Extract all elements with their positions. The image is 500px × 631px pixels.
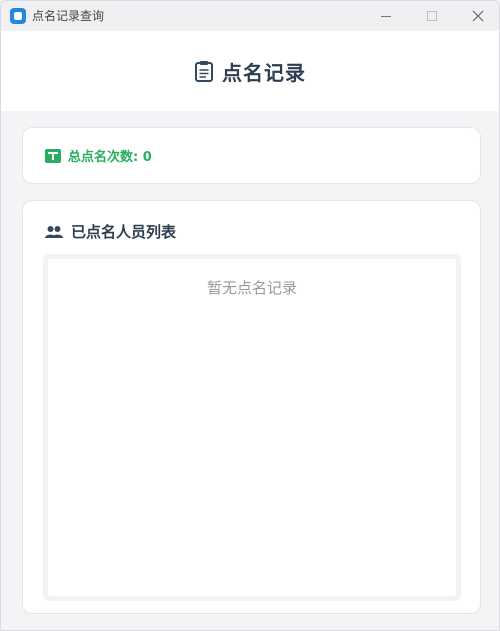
page-title: 点名记录 — [222, 60, 306, 85]
roster-title: 已点名人员列表 — [71, 223, 177, 241]
summary-card: 总点名次数: 0 — [22, 127, 481, 184]
window-title: 点名记录查询 — [32, 9, 105, 23]
minimize-button[interactable] — [363, 1, 409, 31]
minimize-icon — [381, 15, 391, 17]
close-button[interactable] — [455, 1, 499, 31]
total-count-label: 总点名次数: 0 — [68, 150, 152, 165]
close-icon — [472, 10, 484, 22]
title-bar[interactable]: 点名记录查询 — [1, 1, 499, 31]
tally-icon — [45, 148, 61, 163]
people-icon — [45, 225, 63, 238]
clipboard-icon — [195, 61, 213, 82]
maximize-icon — [427, 11, 437, 21]
page-header: 点名记录 — [1, 31, 499, 111]
maximize-button[interactable] — [409, 1, 455, 31]
roster-list[interactable]: 暂无点名记录 — [43, 254, 461, 601]
app-icon — [10, 8, 26, 24]
app-window: 点名记录查询 点名记录 总点名次数: 0 已点名人员列表 暂无点名记录 — [0, 0, 500, 631]
roster-card: 已点名人员列表 暂无点名记录 — [22, 200, 481, 614]
empty-state-text: 暂无点名记录 — [206, 279, 297, 297]
